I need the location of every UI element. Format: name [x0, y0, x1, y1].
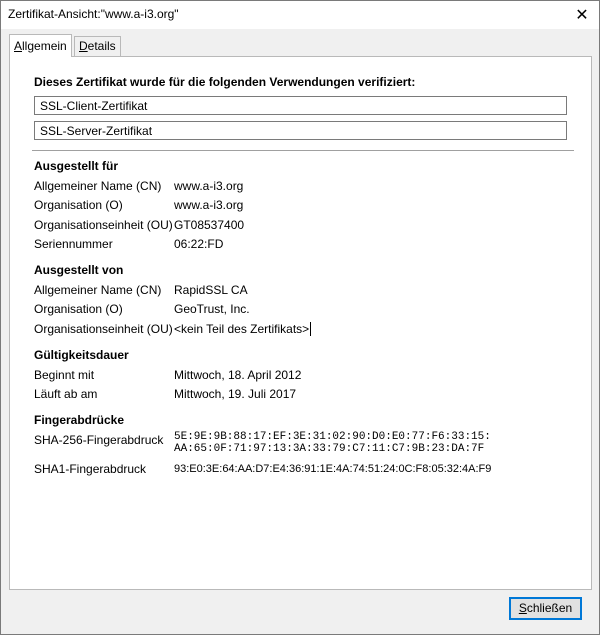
issued-by-ou-label: Organisationseinheit (OU)	[34, 322, 173, 336]
valid-until-label: Läuft ab am	[34, 387, 98, 401]
tab-details-label: etails	[87, 39, 116, 53]
serial-number-value: 06:22:FD	[174, 237, 224, 251]
tab-details[interactable]: Details	[74, 36, 121, 56]
issued-by-o-value: GeoTrust, Inc.	[174, 302, 250, 316]
text-caret	[310, 322, 312, 336]
close-button[interactable]: Schließen	[509, 597, 582, 620]
certificate-viewer-window: Zertifikat-Ansicht:"www.a-i3.org" ✕ Allg…	[0, 0, 600, 635]
sha256-label: SHA-256-Fingerabdruck	[34, 433, 164, 447]
tab-general-label: llgemein	[22, 39, 67, 53]
issued-by-ou-value: <kein Teil des Zertifikats>	[174, 322, 312, 336]
tab-details-access-key: D	[79, 39, 88, 53]
tab-general[interactable]: Allgemein	[9, 34, 72, 57]
close-icon: ✕	[575, 7, 589, 24]
sha1-label: SHA1-Fingerabdruck	[34, 462, 147, 476]
issued-by-o-label: Organisation (O)	[34, 302, 123, 316]
close-button-access-key: S	[518, 601, 527, 615]
close-window-button[interactable]: ✕	[565, 1, 599, 29]
issued-by-heading: Ausgestellt von	[34, 263, 124, 277]
usage-item: SSL-Client-Zertifikat	[34, 96, 567, 115]
issued-to-heading: Ausgestellt für	[34, 159, 119, 173]
usage-item: SSL-Server-Zertifikat	[34, 121, 567, 140]
issued-to-o-value: www.a-i3.org	[174, 198, 244, 212]
general-panel: Dieses Zertifikat wurde für die folgende…	[9, 56, 592, 590]
sha256-line-2: AA:65:0F:71:97:13:3A:33:79:C7:11:C7:9B:2…	[174, 443, 485, 455]
issued-to-ou-label: Organisationseinheit (OU)	[34, 218, 173, 232]
issued-by-cn-value: RapidSSL CA	[174, 283, 248, 297]
usage-heading: Dieses Zertifikat wurde für die folgende…	[34, 75, 416, 89]
issued-to-o-label: Organisation (O)	[34, 198, 123, 212]
sha1-value: 93:E0:3E:64:AA:D7:E4:36:91:1E:4A:74:51:2…	[174, 463, 492, 475]
valid-from-label: Beginnt mit	[34, 368, 95, 382]
tab-general-access-key: A	[14, 39, 23, 53]
validity-heading: Gültigkeitsdauer	[34, 348, 129, 362]
issued-by-cn-label: Allgemeiner Name (CN)	[34, 283, 162, 297]
issued-to-cn-label: Allgemeiner Name (CN)	[34, 179, 162, 193]
close-button-label: chließen	[526, 601, 573, 615]
fingerprints-heading: Fingerabdrücke	[34, 413, 125, 427]
window-title: Zertifikat-Ansicht:"www.a-i3.org"	[8, 7, 179, 21]
issued-to-ou-value: GT08537400	[174, 218, 245, 232]
serial-number-label: Seriennummer	[34, 237, 113, 251]
valid-from-value: Mittwoch, 18. April 2012	[174, 368, 302, 382]
issued-by-ou-text: <kein Teil des Zertifikats>	[174, 322, 310, 336]
sha256-line-1: 5E:9E:9B:88:17:EF:3E:31:02:90:D0:E0:77:F…	[174, 431, 491, 443]
valid-until-value: Mittwoch, 19. Juli 2017	[174, 387, 297, 401]
divider	[32, 150, 574, 151]
issued-to-cn-value: www.a-i3.org	[174, 179, 244, 193]
title-bar: Zertifikat-Ansicht:"www.a-i3.org" ✕	[1, 1, 599, 29]
